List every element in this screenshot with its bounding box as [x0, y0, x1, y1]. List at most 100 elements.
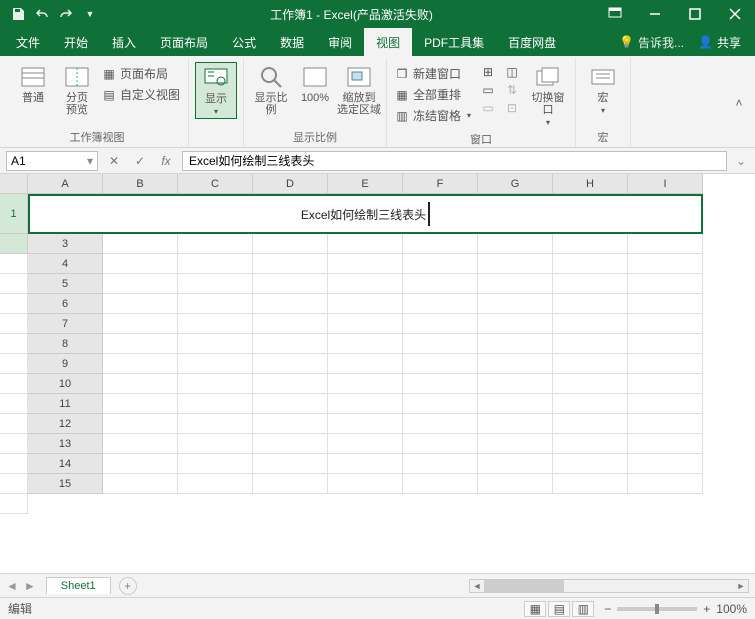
select-all-corner[interactable]	[0, 174, 28, 194]
confirm-edit-button[interactable]: ✓	[130, 151, 150, 171]
cell[interactable]	[553, 374, 628, 394]
resetpos-button[interactable]: ⊡	[503, 100, 521, 116]
collapse-ribbon-icon[interactable]: ˄	[729, 58, 749, 147]
cell[interactable]	[628, 354, 703, 374]
cell[interactable]	[178, 434, 253, 454]
zoom-level[interactable]: 100%	[716, 602, 747, 616]
undo-icon[interactable]	[34, 6, 50, 22]
cell[interactable]	[253, 274, 328, 294]
cell[interactable]	[628, 454, 703, 474]
row-header-6[interactable]: 6	[28, 294, 103, 314]
cell[interactable]	[628, 374, 703, 394]
col-header-C[interactable]: C	[178, 174, 253, 194]
cell[interactable]	[328, 314, 403, 334]
cell[interactable]	[403, 394, 478, 414]
cell[interactable]	[253, 414, 328, 434]
cell[interactable]	[103, 374, 178, 394]
syncscroll-button[interactable]: ⇅	[503, 82, 521, 98]
cell[interactable]	[403, 414, 478, 434]
cell[interactable]	[478, 414, 553, 434]
hide-button[interactable]: ▭	[479, 82, 497, 98]
cell[interactable]	[253, 254, 328, 274]
cell[interactable]	[0, 414, 28, 434]
cell[interactable]	[0, 374, 28, 394]
cell[interactable]	[253, 234, 328, 254]
cell[interactable]	[478, 234, 553, 254]
unhide-button[interactable]: ▭	[479, 100, 497, 116]
switchwindow-button[interactable]: 切换窗口▾	[527, 62, 569, 129]
zoom-in-icon[interactable]: +	[703, 602, 710, 616]
cell[interactable]	[478, 274, 553, 294]
chevron-down-icon[interactable]: ▾	[87, 154, 93, 168]
tab-home[interactable]: 开始	[52, 28, 100, 56]
zoom100-button[interactable]: 100%	[294, 62, 336, 106]
close-icon[interactable]	[715, 0, 755, 28]
cell[interactable]	[178, 274, 253, 294]
cell[interactable]	[253, 474, 328, 494]
cell[interactable]	[553, 294, 628, 314]
cell[interactable]	[0, 274, 28, 294]
cell[interactable]	[628, 334, 703, 354]
cell[interactable]	[103, 354, 178, 374]
tab-review[interactable]: 审阅	[316, 28, 364, 56]
normal-view-button[interactable]: 普通	[12, 62, 54, 106]
pagelayout-button[interactable]: ▦页面布局	[100, 64, 182, 83]
share-button[interactable]: 👤共享	[690, 34, 749, 51]
row-header-11[interactable]: 11	[28, 394, 103, 414]
cell[interactable]	[403, 434, 478, 454]
cell[interactable]	[628, 394, 703, 414]
cell[interactable]	[0, 354, 28, 374]
redo-icon[interactable]	[58, 6, 74, 22]
newwindow-button[interactable]: ❐新建窗口	[393, 64, 473, 83]
zoom-button[interactable]: 显示比例	[250, 62, 292, 118]
cell[interactable]	[0, 474, 28, 494]
scroll-right-icon[interactable]: ►	[734, 580, 748, 592]
add-sheet-button[interactable]: +	[119, 577, 137, 595]
row-header-8[interactable]: 8	[28, 334, 103, 354]
zoom-slider[interactable]	[617, 607, 697, 611]
col-header-A[interactable]: A	[28, 174, 103, 194]
cell[interactable]	[178, 414, 253, 434]
tab-view[interactable]: 视图	[364, 28, 412, 56]
macro-button[interactable]: 宏▾	[582, 62, 624, 117]
ribbon-options-icon[interactable]	[595, 0, 635, 28]
col-header-F[interactable]: F	[403, 174, 478, 194]
statusbar-pagebreak-icon[interactable]: ▥	[572, 601, 594, 617]
scroll-track[interactable]	[484, 580, 734, 592]
cell[interactable]	[253, 394, 328, 414]
cell[interactable]	[403, 254, 478, 274]
cell[interactable]	[328, 434, 403, 454]
cell[interactable]	[0, 434, 28, 454]
cell[interactable]	[0, 314, 28, 334]
cell[interactable]	[403, 314, 478, 334]
col-header-I[interactable]: I	[628, 174, 703, 194]
sheet-prev-icon[interactable]: ◄	[6, 579, 18, 593]
cell[interactable]	[553, 454, 628, 474]
cell[interactable]	[403, 334, 478, 354]
cell[interactable]	[628, 434, 703, 454]
maximize-icon[interactable]	[675, 0, 715, 28]
cell[interactable]	[403, 274, 478, 294]
row-header-4[interactable]: 4	[28, 254, 103, 274]
sheet-tab[interactable]: Sheet1	[46, 577, 111, 594]
cell[interactable]	[478, 294, 553, 314]
cell[interactable]	[253, 374, 328, 394]
cell[interactable]	[553, 414, 628, 434]
cell[interactable]	[328, 334, 403, 354]
cell[interactable]	[178, 254, 253, 274]
tab-file[interactable]: 文件	[4, 28, 52, 56]
cell[interactable]	[328, 274, 403, 294]
cell[interactable]	[478, 314, 553, 334]
col-header-H[interactable]: H	[553, 174, 628, 194]
tell-me[interactable]: 💡告诉我...	[619, 34, 684, 51]
statusbar-pagelayout-icon[interactable]: ▤	[548, 601, 570, 617]
cell[interactable]	[628, 294, 703, 314]
viewside-button[interactable]: ◫	[503, 64, 521, 80]
cell[interactable]	[178, 374, 253, 394]
horizontal-scrollbar[interactable]: ◄ ►	[469, 579, 749, 593]
expand-formula-icon[interactable]: ⌄	[733, 154, 749, 168]
row-header-3[interactable]: 3	[28, 234, 103, 254]
cell[interactable]	[253, 334, 328, 354]
cell[interactable]	[328, 254, 403, 274]
worksheet-grid[interactable]: ABCDEFGHI1Excel如何绘制三线表头34567891011121314…	[0, 174, 755, 573]
